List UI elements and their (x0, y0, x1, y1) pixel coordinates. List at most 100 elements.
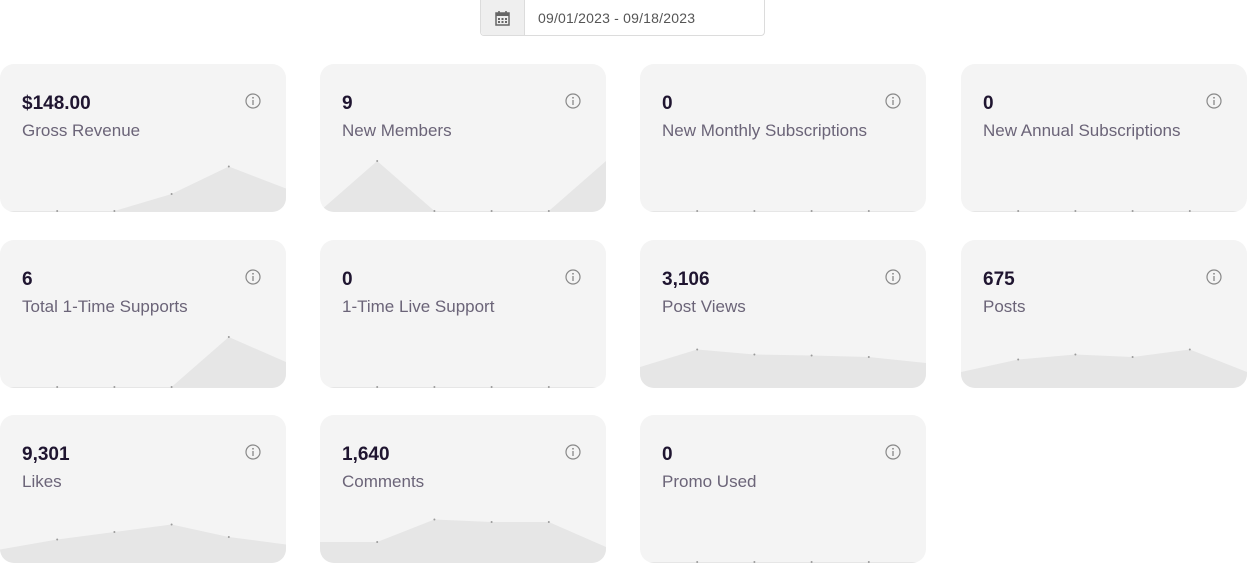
sparkline-point (1131, 356, 1134, 358)
sparkline-area (320, 387, 606, 388)
metric-card: 675 Posts (961, 240, 1247, 388)
sparkline-point (113, 386, 116, 388)
sparkline-point (547, 386, 550, 388)
info-icon[interactable] (885, 444, 901, 460)
sparkline-point (1017, 358, 1020, 361)
sparkline-point (547, 521, 550, 523)
sparkline-area (640, 349, 926, 388)
metric-card: 9,301 Likes (0, 415, 286, 563)
metric-card: 0 Promo Used (640, 415, 926, 563)
metric-label: Comments (342, 472, 425, 491)
date-range-value[interactable]: 09/01/2023 - 09/18/2023 (525, 0, 695, 35)
metric-value: 9,301 (22, 444, 70, 465)
sparkline-point (376, 160, 379, 162)
metric-label: Total 1-Time Supports (22, 297, 188, 316)
sparkline-point (490, 521, 493, 523)
metric-label: Gross Revenue (22, 121, 141, 140)
sparkline-point (547, 210, 550, 212)
sparkline-point (867, 561, 870, 563)
sparkline-area (320, 161, 606, 212)
metric-label: New Members (342, 121, 452, 140)
sparkline-point (490, 386, 493, 388)
metric-card: 0 1-Time Live Support (320, 240, 606, 388)
metric-value: 0 (662, 444, 673, 465)
sparkline-chart (0, 523, 286, 563)
sparkline-point (696, 561, 699, 563)
sparkline-chart (961, 210, 1247, 212)
info-icon[interactable] (245, 93, 261, 109)
sparkline-point (1188, 348, 1191, 351)
sparkline-point (1074, 353, 1077, 356)
metric-value: 9 (342, 93, 353, 114)
sparkline-point (1017, 210, 1020, 212)
sparkline-chart (640, 210, 926, 212)
sparkline-point (170, 386, 173, 388)
sparkline-point (867, 356, 870, 358)
sparkline-point (376, 541, 379, 543)
metric-value: 0 (983, 93, 994, 114)
sparkline-point (56, 538, 59, 541)
metric-card: 6 Total 1-Time Supports (0, 240, 286, 388)
sparkline-area (961, 349, 1247, 388)
sparkline-point (753, 561, 756, 563)
info-icon[interactable] (565, 269, 581, 285)
info-icon[interactable] (1206, 269, 1222, 285)
metric-card: 0 New Monthly Subscriptions (640, 64, 926, 212)
sparkline-point (810, 561, 813, 563)
info-icon[interactable] (565, 93, 581, 109)
metric-label: Post Views (662, 297, 746, 316)
metric-card: 3,106 Post Views (640, 240, 926, 388)
date-range-picker[interactable]: 09/01/2023 - 09/18/2023 (480, 0, 765, 36)
metric-label: Promo Used (662, 472, 757, 491)
sparkline-chart (0, 336, 286, 388)
sparkline-area (0, 524, 286, 563)
sparkline-point (227, 165, 230, 168)
sparkline-point (113, 210, 116, 212)
metric-value: 3,106 (662, 269, 710, 290)
sparkline-chart (640, 348, 926, 388)
sparkline-chart (961, 348, 1247, 388)
info-icon[interactable] (885, 269, 901, 285)
info-icon[interactable] (245, 444, 261, 460)
sparkline-point (490, 210, 493, 212)
sparkline-point (170, 523, 173, 526)
sparkline-point (227, 336, 230, 338)
sparkline-area (0, 337, 286, 388)
sparkline-point (810, 210, 813, 212)
sparkline-point (170, 193, 173, 195)
sparkline-point (867, 210, 870, 212)
sparkline-area (0, 166, 286, 212)
sparkline-chart (640, 561, 926, 563)
metric-value: 1,640 (342, 444, 390, 465)
metric-label: New Monthly Subscriptions (662, 121, 868, 140)
metric-card: 1,640 Comments (320, 415, 606, 563)
sparkline-point (696, 348, 699, 351)
metric-label: Likes (22, 472, 62, 491)
sparkline-point (696, 210, 699, 212)
calendar-icon[interactable] (481, 0, 525, 35)
metric-label: Posts (983, 297, 1026, 316)
info-icon[interactable] (885, 93, 901, 109)
sparkline-area (320, 519, 606, 563)
sparkline-point (753, 353, 756, 356)
sparkline-point (1188, 210, 1191, 212)
metric-value: 6 (22, 269, 33, 290)
sparkline-point (433, 386, 436, 388)
sparkline-point (1131, 210, 1134, 212)
sparkline-point (433, 518, 436, 521)
sparkline-chart (0, 165, 286, 212)
sparkline-point (113, 531, 116, 533)
sparkline-point (227, 536, 230, 538)
metric-value: 0 (662, 93, 673, 114)
metric-card: $148.00 Gross Revenue (0, 64, 286, 212)
sparkline-chart (320, 386, 606, 388)
sparkline-chart (320, 160, 606, 212)
info-icon[interactable] (565, 444, 581, 460)
sparkline-area (640, 562, 926, 563)
info-icon[interactable] (1206, 93, 1222, 109)
metric-value: 0 (342, 269, 353, 290)
metric-value: 675 (983, 269, 1015, 290)
info-icon[interactable] (245, 269, 261, 285)
sparkline-point (433, 210, 436, 212)
metric-label: 1-Time Live Support (342, 297, 495, 316)
